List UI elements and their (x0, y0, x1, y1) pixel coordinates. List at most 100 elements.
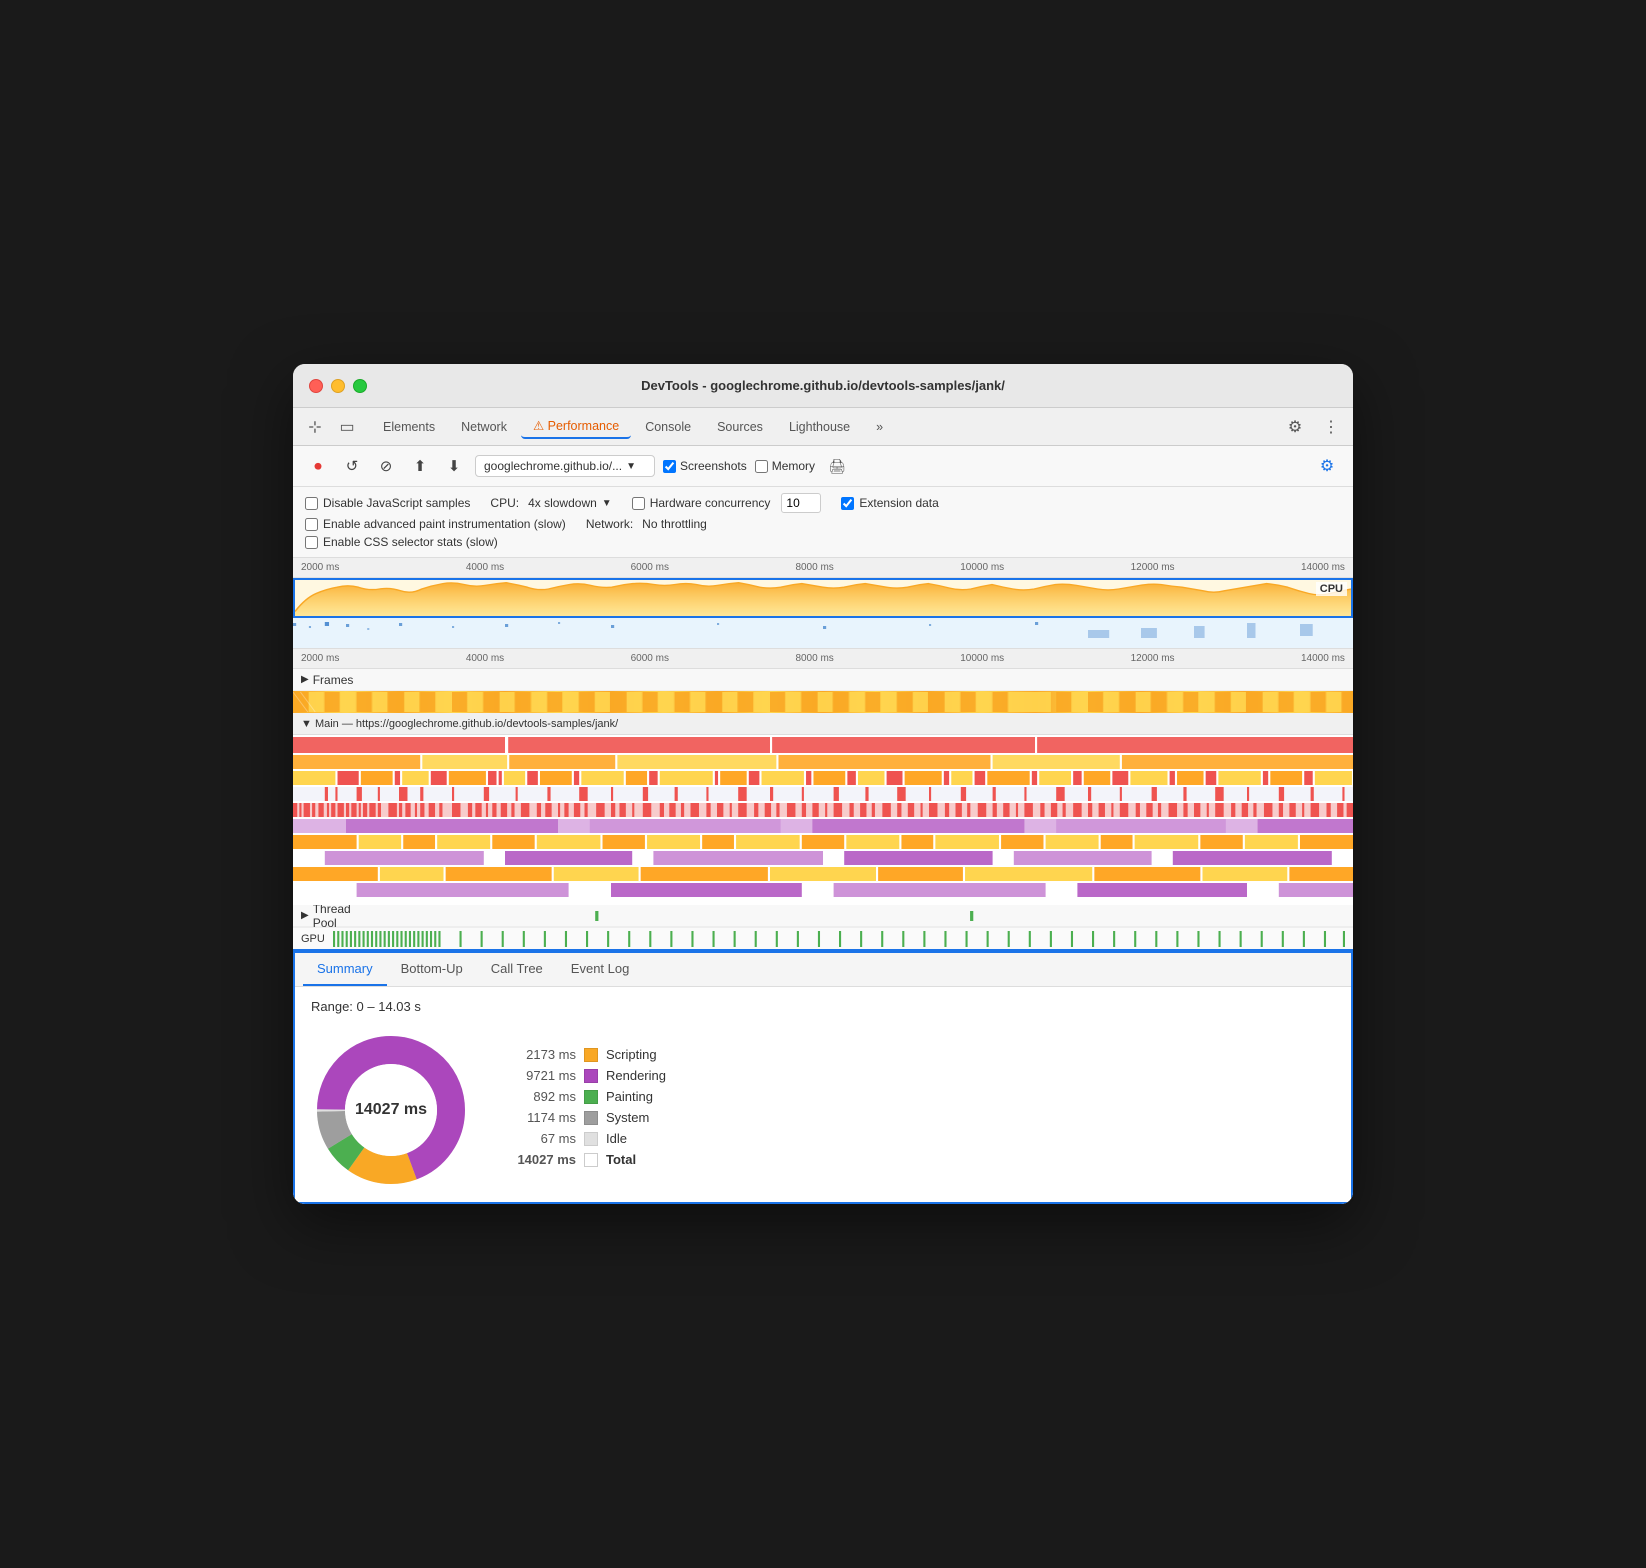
cpu-throttle-setting: CPU: 4x slowdown ▼ (490, 496, 611, 510)
flame-mark-14000: 14000 ms (1301, 653, 1345, 664)
timeline-overview[interactable]: 2000 ms 4000 ms 6000 ms 8000 ms 10000 ms… (293, 558, 1353, 649)
tab-bottom-up[interactable]: Bottom-Up (387, 953, 477, 986)
tab-more[interactable]: » (864, 416, 895, 438)
screenshots-toggle[interactable]: Screenshots (663, 459, 747, 473)
memory-icon[interactable]: 🖨 (823, 452, 851, 480)
cpu-overview[interactable]: CPU (293, 578, 1353, 618)
upload-button[interactable]: ⬆ (407, 453, 433, 479)
settings-gear-icon[interactable]: ⚙ (1281, 413, 1309, 441)
gpu-chart (333, 929, 1345, 949)
url-dropdown-icon[interactable]: ▼ (626, 461, 636, 472)
tab-performance[interactable]: ⚠ Performance (521, 414, 631, 439)
more-options-icon[interactable]: ⋮ (1317, 413, 1345, 441)
legend-idle: 67 ms Idle (511, 1131, 666, 1146)
screenshots-checkbox[interactable] (663, 460, 676, 473)
enable-css-selector-setting[interactable]: Enable CSS selector stats (slow) (305, 535, 498, 549)
disable-js-checkbox[interactable] (305, 497, 318, 510)
rendering-value: 9721 ms (511, 1068, 576, 1083)
scripting-label: Scripting (606, 1047, 657, 1062)
net-wave-chart (293, 618, 1353, 648)
painting-color-swatch (584, 1090, 598, 1104)
cpu-label: CPU: (490, 496, 519, 510)
settings-row-2: Enable advanced paint instrumentation (s… (305, 517, 1341, 531)
thread-pool-label: Thread Pool (313, 902, 373, 930)
frames-section-header[interactable]: ▶ Frames (293, 669, 1353, 691)
url-bar[interactable]: googlechrome.github.io/... ▼ (475, 455, 655, 477)
hardware-concurrency-setting[interactable]: Hardware concurrency (632, 493, 822, 513)
maximize-button[interactable] (353, 379, 367, 393)
tab-sources[interactable]: Sources (705, 416, 775, 438)
gpu-row: GPU (293, 927, 1353, 949)
hw-concurrency-input[interactable] (781, 493, 821, 513)
tab-network[interactable]: Network (449, 416, 519, 438)
devtools-icons: ⊹ ▭ (301, 413, 361, 441)
traffic-lights (309, 379, 367, 393)
summary-body: 14027 ms 2173 ms Scripting 9721 ms Rende… (311, 1030, 1335, 1190)
extension-data-setting[interactable]: Extension data (841, 496, 938, 510)
enable-paint-label: Enable advanced paint instrumentation (s… (323, 517, 566, 531)
toolbar-right: ⚙ (1313, 452, 1341, 480)
tab-elements[interactable]: Elements (371, 416, 447, 438)
bottom-tabs: Summary Bottom-Up Call Tree Event Log (295, 953, 1351, 987)
tab-call-tree[interactable]: Call Tree (477, 953, 557, 986)
record-button[interactable]: ⏺ (305, 453, 331, 479)
legend-system: 1174 ms System (511, 1110, 666, 1125)
inspect-icon[interactable]: ⊹ (301, 413, 329, 441)
total-value: 14027 ms (511, 1152, 576, 1167)
minimize-button[interactable] (331, 379, 345, 393)
device-toolbar-icon[interactable]: ▭ (333, 413, 361, 441)
tab-lighthouse[interactable]: Lighthouse (777, 416, 862, 438)
settings-blue-icon[interactable]: ⚙ (1313, 452, 1341, 480)
frames-bar (293, 691, 1353, 713)
settings-row-1: Disable JavaScript samples CPU: 4x slowd… (305, 493, 1341, 513)
download-button[interactable]: ⬇ (441, 453, 467, 479)
tab-summary[interactable]: Summary (303, 953, 387, 986)
cpu-label: CPU (1316, 582, 1347, 596)
flame-chart-area[interactable]: 2000 ms 4000 ms 6000 ms 8000 ms 10000 ms… (293, 649, 1353, 951)
gpu-bars (333, 928, 1345, 949)
scripting-color-swatch (584, 1048, 598, 1062)
memory-toggle[interactable]: Memory (755, 459, 815, 473)
cpu-wave-chart (295, 580, 1351, 616)
clear-button[interactable]: ⊘ (373, 453, 399, 479)
frames-label: Frames (313, 673, 354, 687)
disable-js-samples-setting[interactable]: Disable JavaScript samples (305, 496, 470, 510)
memory-checkbox[interactable] (755, 460, 768, 473)
tab-bar: ⊹ ▭ Elements Network ⚠ Performance Conso… (293, 408, 1353, 446)
main-section-header[interactable]: ▼ Main — https://googlechrome.github.io/… (293, 713, 1353, 735)
legend-table: 2173 ms Scripting 9721 ms Rendering 892 … (511, 1047, 666, 1173)
hw-concurrency-checkbox[interactable] (632, 497, 645, 510)
mark-4000: 4000 ms (466, 562, 504, 573)
enable-paint-checkbox[interactable] (305, 518, 318, 531)
extension-data-checkbox[interactable] (841, 497, 854, 510)
mark-10000: 10000 ms (960, 562, 1004, 573)
mark-8000: 8000 ms (795, 562, 833, 573)
cpu-dropdown-icon[interactable]: ▼ (602, 498, 612, 509)
system-value: 1174 ms (511, 1110, 576, 1125)
window-title: DevTools - googlechrome.github.io/devtoo… (641, 378, 1005, 393)
flame-ruler-marks: 2000 ms 4000 ms 6000 ms 8000 ms 10000 ms… (301, 653, 1345, 664)
reload-button[interactable]: ↺ (339, 453, 365, 479)
flame-mark-12000: 12000 ms (1131, 653, 1175, 664)
donut-center-label: 14027 ms (355, 1101, 427, 1119)
network-label: Network: (586, 517, 633, 531)
tab-event-log[interactable]: Event Log (557, 953, 644, 986)
css-selector-checkbox[interactable] (305, 536, 318, 549)
network-value: No throttling (642, 517, 707, 531)
flame-chart-svg (293, 735, 1353, 905)
title-bar: DevTools - googlechrome.github.io/devtoo… (293, 364, 1353, 408)
idle-color-swatch (584, 1132, 598, 1146)
thread-pool-header[interactable]: ▶ Thread Pool (293, 905, 1353, 927)
close-button[interactable] (309, 379, 323, 393)
painting-label: Painting (606, 1089, 653, 1104)
timeline-ruler-top: 2000 ms 4000 ms 6000 ms 8000 ms 10000 ms… (293, 558, 1353, 578)
main-label: ▼ Main — https://googlechrome.github.io/… (301, 718, 618, 730)
enable-paint-setting[interactable]: Enable advanced paint instrumentation (s… (305, 517, 566, 531)
gpu-label: GPU (301, 933, 333, 945)
screenshots-label: Screenshots (680, 459, 747, 473)
flame-tracks[interactable] (293, 735, 1353, 905)
mark-6000: 6000 ms (631, 562, 669, 573)
net-overview[interactable] (293, 618, 1353, 648)
tab-console[interactable]: Console (633, 416, 703, 438)
mark-12000: 12000 ms (1131, 562, 1175, 573)
